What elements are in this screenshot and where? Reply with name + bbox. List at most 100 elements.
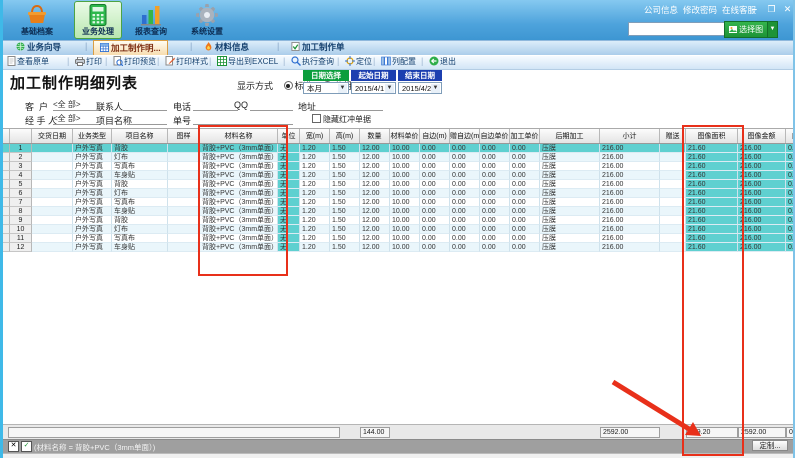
table-row[interactable]: 12户外写真车身贴背胶+PVC（3mm单面）无1.201.5012.0010.0… [2,243,795,252]
row-selector-cell[interactable] [2,234,10,243]
column-header-19[interactable]: 图像金额 [738,129,786,143]
filter-field-r1-2[interactable] [193,99,238,111]
toolbar-printer-button[interactable]: 打印 [72,55,105,69]
filter-field-r1-3[interactable] [250,99,293,111]
tab-0[interactable]: 业务向导 [10,40,67,55]
row-selector-cell[interactable] [2,144,10,153]
column-header-3[interactable]: 项目名称 [112,129,168,143]
filter-field-r1-4[interactable] [313,99,383,111]
clear-filter-icon[interactable]: ✕ [8,441,19,452]
maximize-button[interactable]: ❐ [765,4,778,15]
column-header-18[interactable]: 图像面积 [686,129,738,143]
page-title: 加工制作明细列表 [10,72,138,93]
tab-3[interactable]: 加工制作单 [285,40,351,55]
table-cell: 户外写真 [73,153,112,162]
row-selector-cell[interactable] [2,171,10,180]
row-selector-cell[interactable] [2,180,10,189]
column-header-4[interactable]: 图样 [168,129,200,143]
customize-filter-button[interactable]: 定制... [752,440,788,451]
column-header-12[interactable]: 赠自边(m) [450,129,480,143]
column-header-15[interactable]: 后期加工 [540,129,600,143]
date-filter-select-1[interactable]: 2015/4/1▼ [351,82,396,94]
row-selector-cell[interactable] [2,216,10,225]
toolbar-search-button[interactable]: 执行查询 [288,55,337,69]
toolbar-print-preview-button[interactable]: 打印预览 [110,55,159,69]
apply-filter-checkbox-icon[interactable]: ✓ [21,441,32,452]
main-menu-basket[interactable]: 基础档案 [14,2,60,38]
column-header-14[interactable]: 加工单价 [510,129,540,143]
chevron-down-icon[interactable]: ▼ [338,84,347,93]
choose-image-dropdown[interactable]: ▼ [767,21,778,38]
column-header-16[interactable]: 小计 [600,129,660,143]
column-header-6[interactable]: 单位 [278,129,300,143]
tab-1[interactable]: 加工制作明... [93,40,168,55]
column-header-8[interactable]: 高(m) [330,129,360,143]
table-row[interactable]: 4户外写真车身贴背胶+PVC（3mm单面）无1.201.5012.0010.00… [2,171,795,180]
column-header-10[interactable]: 材料单价 [390,129,420,143]
toolbar-document-button[interactable]: 查看原单 [4,55,52,69]
tab-separator: | [85,41,87,51]
main-menu-bar-chart[interactable]: 报表查询 [128,2,174,38]
table-row[interactable]: 2户外写真灯布背胶+PVC（3mm单面）无1.201.5012.0010.000… [2,153,795,162]
tab-2[interactable]: 材料信息 [198,40,255,55]
minimize-button[interactable]: – [748,4,761,15]
table-row[interactable]: 1户外写真背胶背胶+PVC（3mm单面）无1.201.5012.0010.000… [2,144,795,153]
table-row[interactable]: 10户外写真灯布背胶+PVC（3mm单面）无1.201.5012.0010.00… [2,225,795,234]
row-selector-cell[interactable] [2,207,10,216]
row-selector-cell[interactable] [2,162,10,171]
table-row[interactable]: 11户外写真写真布背胶+PVC（3mm单面）无1.201.5012.0010.0… [2,234,795,243]
row-selector-cell[interactable] [2,243,10,252]
filter-field-r1-0[interactable]: <全 部> [53,99,101,111]
table-cell: 216.00 [600,144,660,153]
table-cell: 216.00 [600,243,660,252]
toolbar-columns-button[interactable]: 列配置 [378,55,419,69]
main-menu-gear[interactable]: 系统设置 [184,2,230,38]
column-header-7[interactable]: 宽(m) [300,129,330,143]
toolbar-locate-button[interactable]: 定位 [342,55,375,69]
table-row[interactable]: 3户外写真写真布背胶+PVC（3mm单面）无1.201.5012.0010.00… [2,162,795,171]
column-header-1[interactable]: 交货日期 [32,129,73,143]
row-selector-cell[interactable] [2,153,10,162]
toolbar-print-style-button[interactable]: 打印样式 [162,55,211,69]
radio-standard[interactable] [284,81,293,90]
titlebar-link-0[interactable]: 公司信息 [644,4,678,16]
table-cell: 1.20 [300,180,330,189]
table-cell: 无 [278,225,300,234]
column-header-11[interactable]: 自边(m) [420,129,450,143]
column-header-17[interactable]: 赠送 [660,129,686,143]
filter-field-r2-2[interactable] [193,113,293,125]
table-cell: 1.50 [330,162,360,171]
column-header-9[interactable]: 数量 [360,129,390,143]
table-row[interactable]: 7户外写真写真布背胶+PVC（3mm单面）无1.201.5012.0010.00… [2,198,795,207]
printer-icon [75,57,85,71]
titlebar-link-1[interactable]: 修改密码 [683,4,717,16]
table-row[interactable]: 6户外写真灯布背胶+PVC（3mm单面）无1.201.5012.0010.000… [2,189,795,198]
toolbar-separator: | [283,56,285,66]
row-selector-cell[interactable] [2,198,10,207]
row-selector-cell[interactable] [2,225,10,234]
hide-red-voucher-checkbox[interactable]: 隐藏红冲单据 [312,114,371,125]
table-row[interactable]: 5户外写真背胶背胶+PVC（3mm单面）无1.201.5012.0010.000… [2,180,795,189]
table-cell [660,216,686,225]
choose-image-button[interactable]: 选择图片 [724,21,768,38]
chevron-down-icon[interactable]: ▼ [385,84,394,93]
column-header-2[interactable]: 业务类型 [73,129,112,143]
column-header-13[interactable]: 自边单价 [480,129,510,143]
filter-field-r2-1[interactable] [127,113,167,125]
column-header-5[interactable]: 材料名称 [200,129,278,143]
main-menu-calculator[interactable]: 业务处理 [74,1,122,39]
toolbar-excel-export-button[interactable]: 导出到EXCEL [214,55,281,69]
row-selector-cell[interactable] [2,189,10,198]
filter-field-r1-1[interactable] [123,99,167,111]
chevron-down-icon[interactable]: ▼ [431,84,440,93]
main-menu-label: 基础档案 [14,27,60,37]
toolbar-exit-button[interactable]: 退出 [426,55,459,69]
table-row[interactable]: 8户外写真车身贴背胶+PVC（3mm单面）无1.201.5012.0010.00… [2,207,795,216]
image-search-input[interactable] [628,22,726,36]
filter-field-r2-0[interactable]: <全 部> [53,113,101,125]
table-select-all-cell[interactable] [2,129,10,143]
column-header-0[interactable] [10,129,32,143]
date-filter-select-0[interactable]: 本月▼ [303,82,349,94]
date-filter-select-2[interactable]: 2015/4/26▼ [398,82,442,94]
table-row[interactable]: 9户外写真背胶背胶+PVC（3mm单面）无1.201.5012.0010.000… [2,216,795,225]
